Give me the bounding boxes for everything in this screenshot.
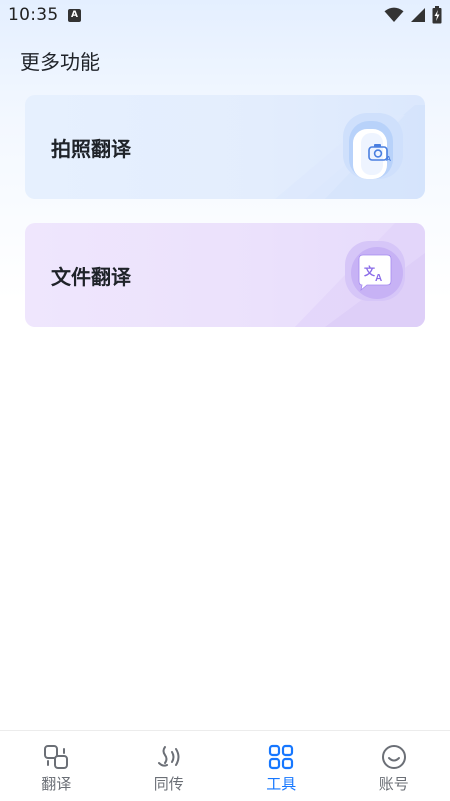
tab-account-label: 账号 [378,775,409,793]
interpret-tab-icon [157,746,180,767]
status-time: 10:35 [8,5,59,25]
camera-translate-icon: A [275,105,425,199]
svg-text:A: A [386,156,391,163]
bottom-nav: 翻译 同传 工具 账号 [0,730,450,801]
tools-tab-icon [269,744,294,770]
document-translate-label: 文件翻译 [51,265,131,289]
document-translate-icon: 文 A [295,223,425,327]
tab-interpret-label: 同传 [153,775,184,793]
account-tab-icon [381,745,406,769]
tab-interpret[interactable]: 同传 [113,731,226,801]
tab-translate[interactable]: 翻译 [0,731,113,801]
page-title: 更多功能 [20,50,100,74]
cell-signal-icon [411,8,425,22]
app-screen: 10:35 A 更多功能 拍照翻译 A 文件翻译 文 A 翻译 同传 工具 账号 [0,0,450,801]
wifi-icon [384,7,404,22]
svg-text:A: A [375,273,382,284]
status-icons [384,6,442,24]
tab-tools[interactable]: 工具 [225,731,338,801]
status-bar: 10:35 A [0,0,450,32]
tab-account[interactable]: 账号 [338,731,450,801]
photo-translate-card[interactable]: 拍照翻译 A [25,95,425,199]
notification-icon: A [68,9,81,22]
tab-translate-label: 翻译 [41,775,72,793]
battery-charging-icon [432,6,442,24]
photo-translate-label: 拍照翻译 [51,137,131,161]
document-translate-card[interactable]: 文件翻译 文 A [25,223,425,327]
translate-tab-icon [44,745,69,769]
tab-tools-label: 工具 [266,775,297,793]
